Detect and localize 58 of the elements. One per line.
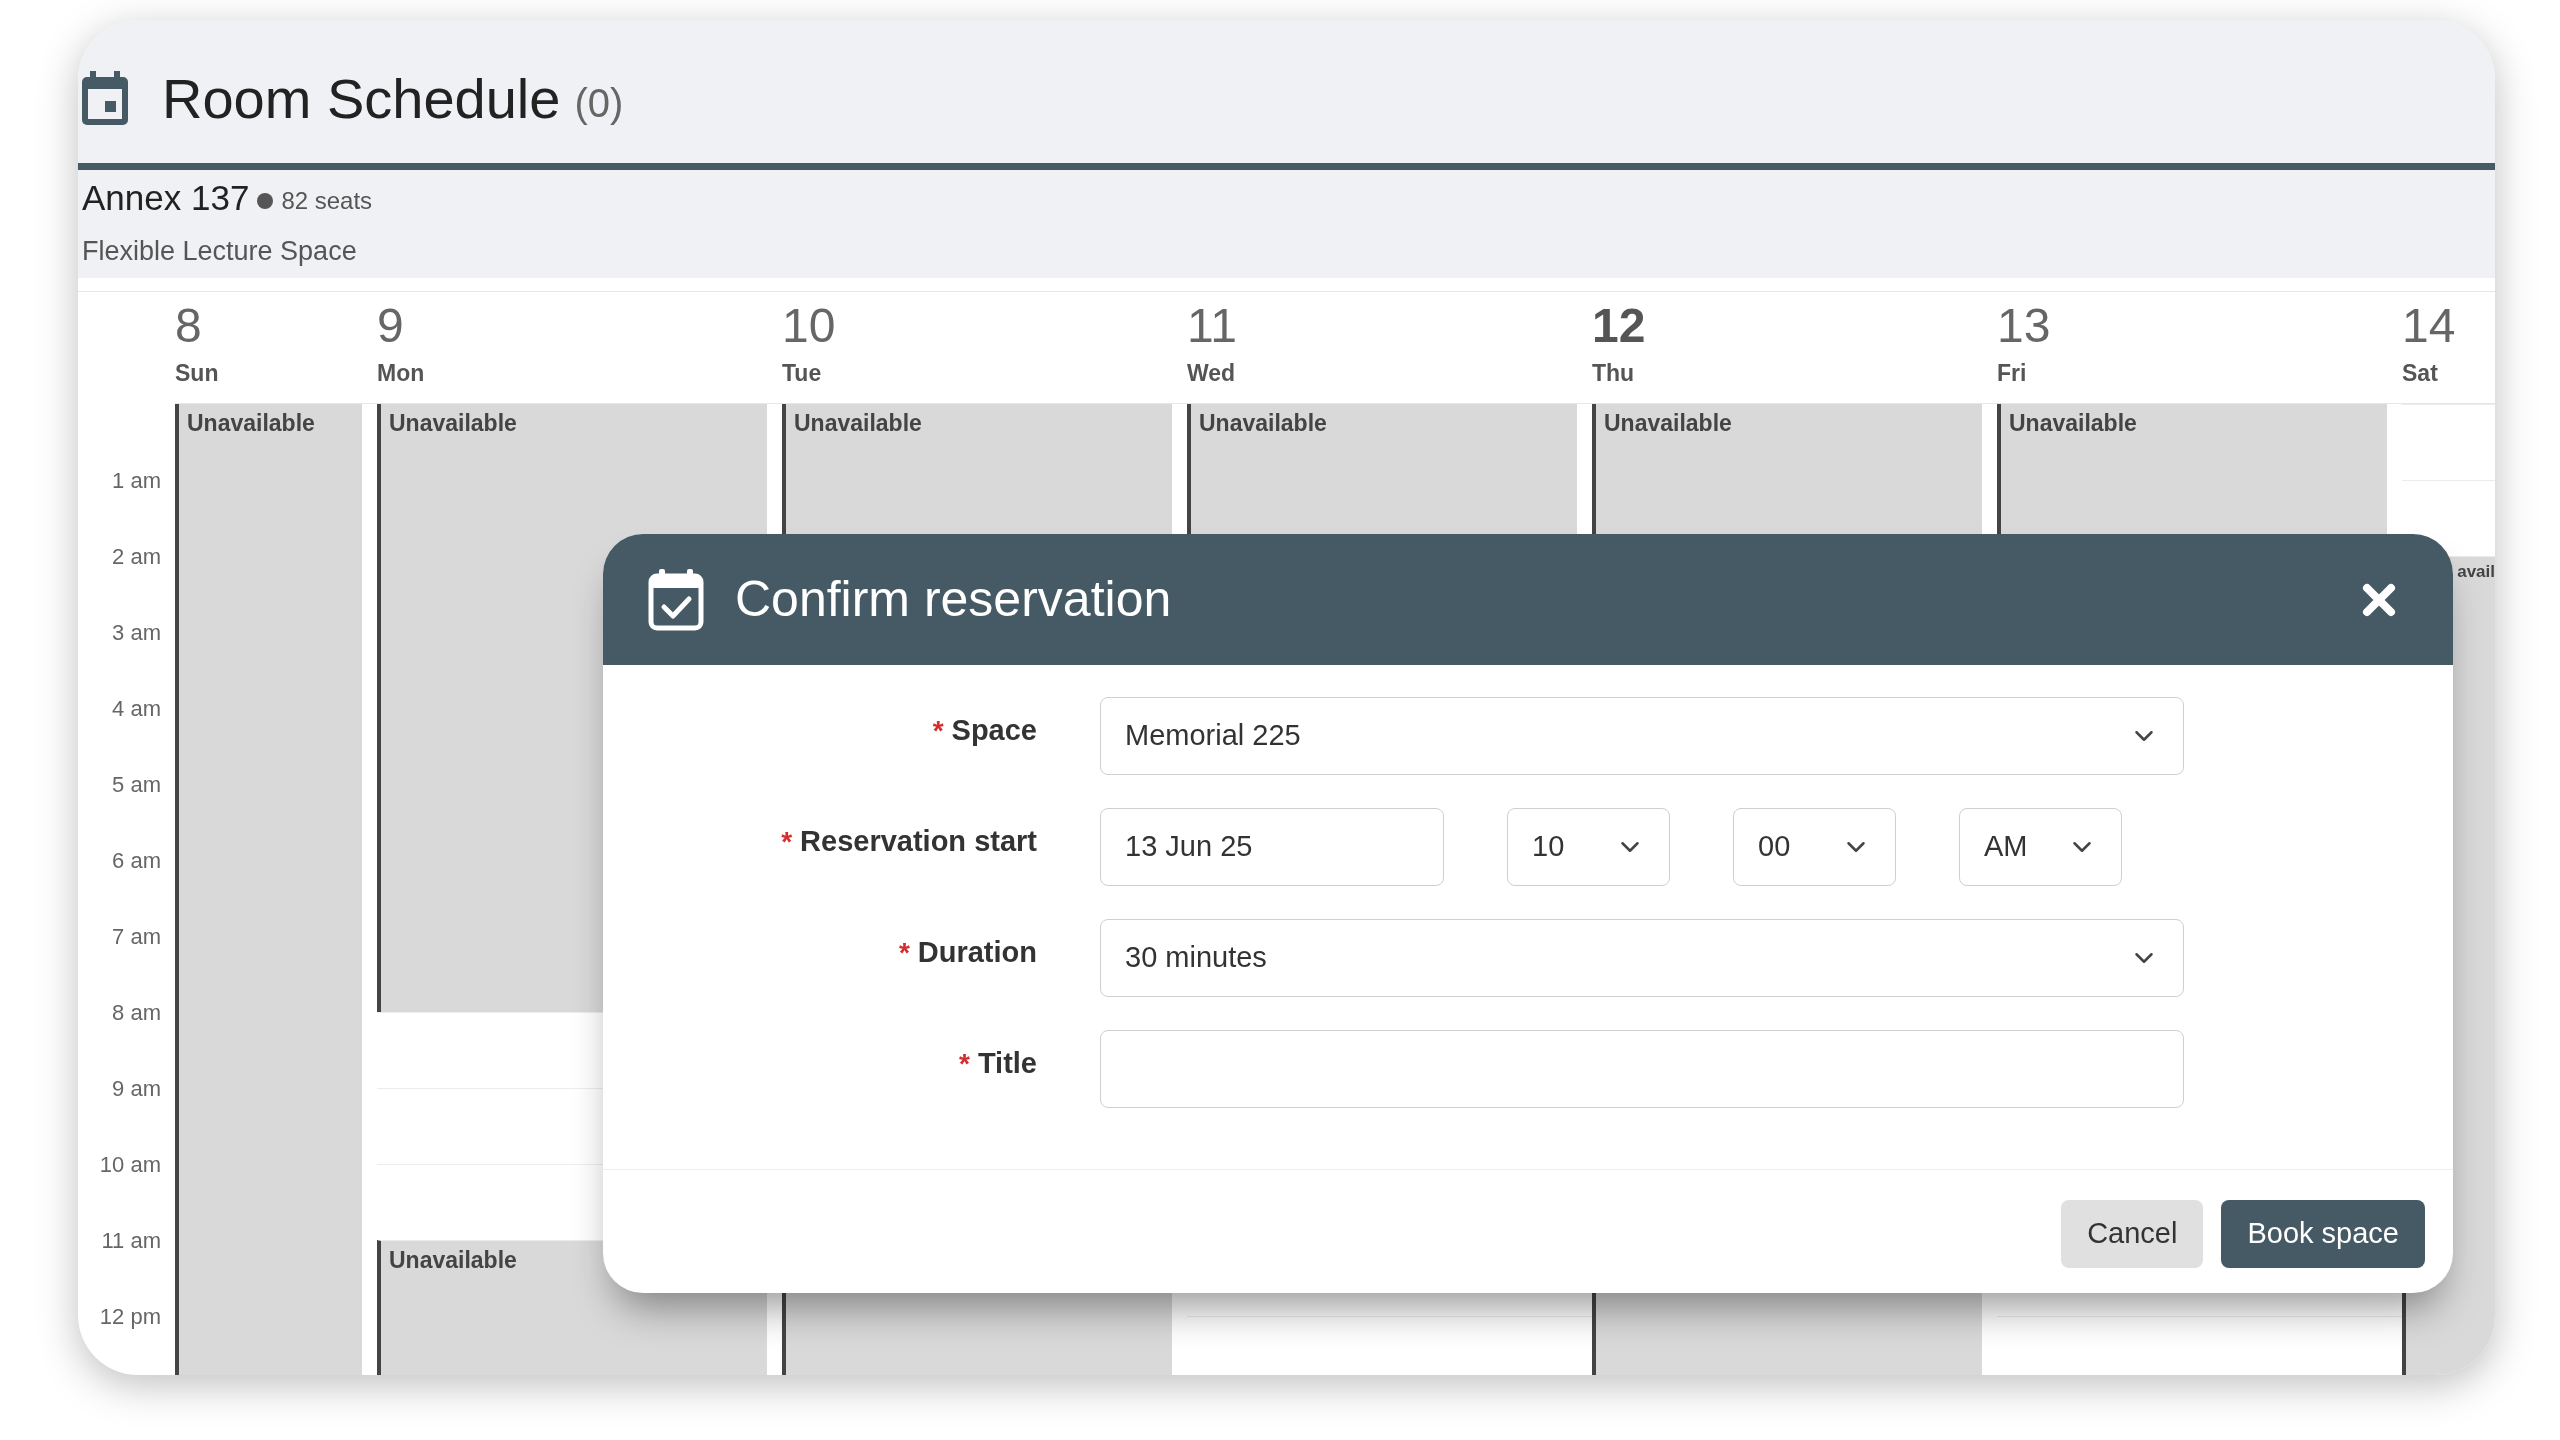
calendar-check-icon: [647, 568, 705, 631]
field-label: Reservation start: [800, 824, 1037, 859]
date-field[interactable]: 13 Jun 25: [1100, 808, 1444, 886]
field-label: Space: [951, 713, 1037, 748]
unavailable-label: avail: [2457, 561, 2495, 583]
unavailable-label: Unavailable: [187, 409, 315, 438]
day-number: 8: [175, 298, 203, 354]
required-mark: *: [932, 713, 944, 748]
time-label: 2 am: [112, 543, 161, 569]
day-name: Thu: [1592, 359, 1636, 388]
hour-select[interactable]: 10: [1507, 808, 1670, 886]
day-name: Tue: [782, 359, 823, 388]
required-mark: *: [781, 824, 793, 859]
time-label: 7 am: [112, 923, 161, 949]
day-number: 11: [1187, 298, 1238, 354]
time-label: 4 am: [112, 695, 161, 721]
seat-count: 82 seats: [281, 186, 373, 217]
day-name: Mon: [377, 359, 426, 388]
dialog-title: Confirm reservation: [735, 570, 1172, 629]
title-field[interactable]: [1100, 1030, 2184, 1108]
day-number: 10: [782, 298, 837, 354]
select-field[interactable]: 30 minutes: [1100, 919, 2184, 997]
unavailable-label: Unavailable: [2009, 409, 2137, 438]
time-label: 5 am: [112, 771, 161, 797]
minute-select[interactable]: 00: [1733, 808, 1896, 886]
booking-count: (0): [574, 79, 624, 127]
day-name: Sat: [2402, 359, 2439, 388]
unavailable-label: Unavailable: [1604, 409, 1732, 438]
page-title: Room Schedule: [162, 65, 561, 132]
period-select[interactable]: AM: [1959, 808, 2122, 886]
day-name: Sun: [175, 359, 220, 388]
unavailable-label: Unavailable: [389, 409, 517, 438]
room-description: Flexible Lecture Space: [82, 234, 358, 268]
day-number: 13: [1997, 298, 2052, 354]
room-name: Annex 137: [82, 177, 250, 219]
day-number: 14: [2402, 298, 2457, 354]
required-mark: *: [959, 1046, 970, 1081]
time-label: 12 pm: [99, 1303, 161, 1329]
unavailable-label: Unavailable: [794, 409, 922, 438]
time-label: 10 am: [99, 1151, 161, 1177]
day-name: Wed: [1187, 359, 1237, 388]
field-label: Title: [977, 1046, 1037, 1081]
field-label: Duration: [917, 935, 1037, 970]
time-label: 11 am: [101, 1227, 161, 1253]
time-label: 3 am: [112, 619, 161, 645]
select-field[interactable]: Memorial 225: [1100, 697, 2184, 775]
primary-button[interactable]: Book space: [2221, 1200, 2425, 1268]
time-label: 8 am: [112, 999, 161, 1025]
time-label: 1 am: [112, 467, 161, 493]
time-label: 9 am: [112, 1075, 161, 1101]
required-mark: *: [898, 935, 910, 970]
secondary-button[interactable]: Cancel: [2061, 1200, 2204, 1268]
unavailable-label: Unavailable: [1199, 409, 1327, 438]
day-number: 12: [1592, 298, 1647, 354]
day-number: 9: [377, 298, 405, 354]
unavailable-label: Unavailable: [389, 1246, 517, 1275]
day-name: Fri: [1997, 359, 2028, 388]
time-label: 6 am: [112, 847, 161, 873]
